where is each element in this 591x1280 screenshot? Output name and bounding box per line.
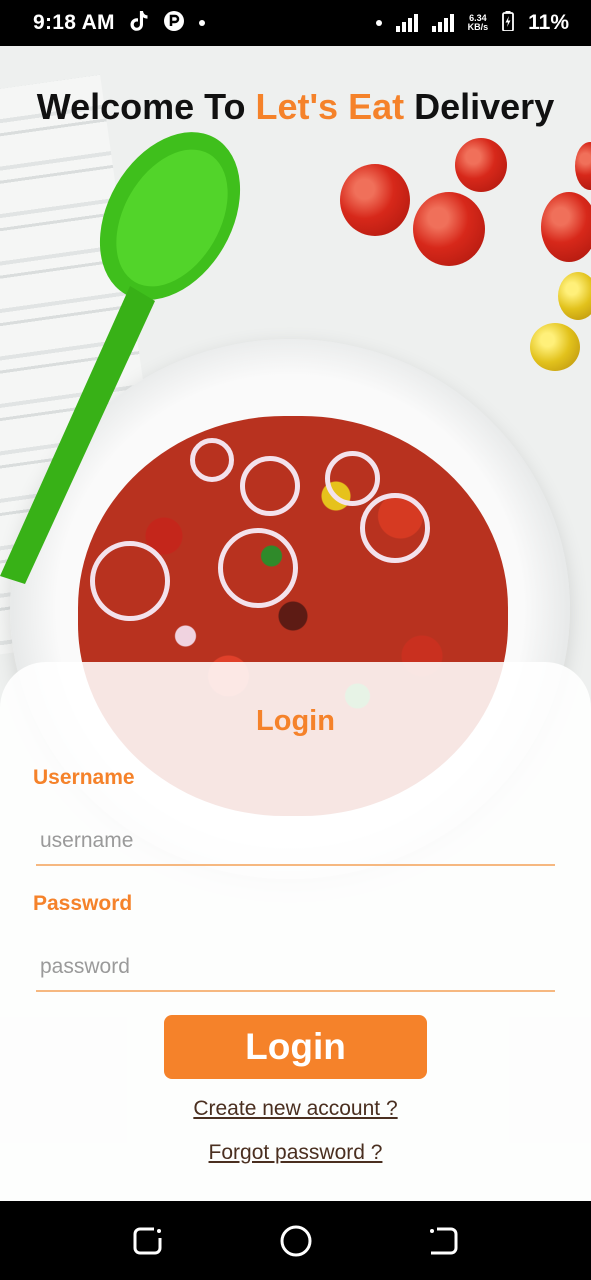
status-time: 9:18 AM bbox=[33, 11, 115, 34]
login-button[interactable]: Login bbox=[164, 1015, 427, 1079]
tomato bbox=[413, 192, 485, 266]
username-label: Username bbox=[33, 766, 135, 789]
battery-charging-icon bbox=[502, 10, 515, 36]
yellow-tomato bbox=[558, 272, 591, 320]
onion-ring bbox=[325, 451, 380, 506]
title-suffix: Delivery bbox=[404, 86, 555, 127]
tiktok-icon bbox=[129, 10, 149, 37]
navigation-bar bbox=[0, 1201, 591, 1280]
tomato bbox=[455, 138, 507, 192]
forgot-password-link[interactable]: Forgot password ? bbox=[0, 1141, 591, 1165]
create-account-link[interactable]: Create new account ? bbox=[0, 1097, 591, 1121]
status-bar: 9:18 AM 6.34 KB/s 11% bbox=[0, 0, 591, 46]
status-bar-right: 6.34 KB/s 11% bbox=[375, 10, 569, 36]
tomato bbox=[575, 142, 591, 190]
tomato bbox=[340, 164, 410, 236]
login-heading: Login bbox=[256, 705, 335, 737]
battery-percent: 11% bbox=[528, 11, 569, 34]
welcome-title: Welcome To Let's Eat Delivery bbox=[0, 86, 591, 128]
app-notification-icon bbox=[163, 10, 185, 37]
onion-ring bbox=[360, 493, 430, 563]
status-bar-left: 9:18 AM bbox=[33, 10, 205, 37]
title-brand: Let's Eat bbox=[255, 86, 405, 127]
net-speed: 6.34 KB/s bbox=[468, 14, 489, 32]
home-icon[interactable] bbox=[278, 1223, 314, 1259]
username-input[interactable] bbox=[36, 818, 555, 866]
recent-apps-icon[interactable] bbox=[130, 1223, 166, 1259]
title-prefix: Welcome To bbox=[36, 86, 256, 127]
green-spoon bbox=[0, 132, 241, 584]
more-notifications-dot bbox=[198, 20, 205, 26]
password-label: Password bbox=[33, 892, 133, 915]
signal-2-icon bbox=[431, 14, 454, 32]
yellow-tomato bbox=[530, 323, 580, 371]
password-input[interactable] bbox=[36, 944, 555, 992]
net-speed-unit: KB/s bbox=[467, 22, 489, 32]
signal-1-icon bbox=[395, 14, 418, 32]
back-icon[interactable] bbox=[425, 1223, 461, 1259]
status-dot bbox=[375, 20, 382, 26]
tomato bbox=[541, 192, 591, 262]
